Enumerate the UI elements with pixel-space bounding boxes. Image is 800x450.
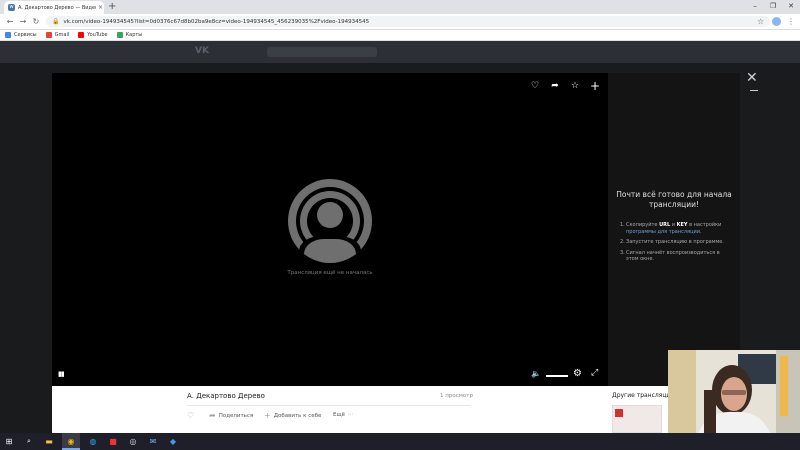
vk-favicon: w [8, 4, 15, 11]
step-text: Скопируйте URL и KEY в настройки програм… [626, 222, 732, 235]
app-taskbar-icon[interactable]: ■ [104, 433, 122, 450]
more-button[interactable]: Ещё ⋯ [333, 411, 356, 418]
volume-icon[interactable]: 🔈 [531, 369, 541, 378]
share-button[interactable]: ➦ Поделиться [209, 411, 253, 420]
bookmark-youtube[interactable]: YouTube [78, 32, 108, 38]
share-label: Поделиться [218, 412, 254, 419]
url-keyword: URL [659, 222, 671, 228]
reload-icon[interactable]: ↻ [30, 14, 42, 30]
divider [187, 405, 471, 406]
minimize-window-button[interactable]: – [746, 0, 764, 14]
back-icon[interactable]: ← [4, 14, 16, 30]
mail-taskbar-icon[interactable]: ✉ [144, 433, 162, 450]
search-icon[interactable]: ⌕ [20, 433, 38, 450]
broadcast-software-link[interactable]: программы для трансляции [626, 229, 700, 235]
edge-taskbar-icon[interactable]: ◍ [84, 433, 102, 450]
setup-step-1: 1. Скопируйте URL и KEY в настройки прог… [620, 222, 732, 235]
other-broadcasts-title: Другие трансляции [612, 392, 675, 399]
windows-start-icon[interactable]: ⊞ [0, 433, 18, 450]
setup-steps: 1. Скопируйте URL и KEY в настройки прог… [620, 222, 732, 267]
webcam-overlay [668, 350, 800, 433]
bookmark-maps[interactable]: Карты [116, 32, 143, 38]
youtube-icon [78, 32, 85, 38]
bookmark-services[interactable]: Сервисы [5, 32, 37, 38]
settings-gear-icon[interactable]: ⚙ [573, 368, 582, 379]
vk-header [0, 41, 800, 63]
browser-tab[interactable]: w А. Декартово Дерево — Видео × [4, 1, 104, 14]
volume-slider[interactable] [546, 375, 568, 377]
minimize-player-icon[interactable] [750, 90, 758, 91]
video-info-bar [52, 386, 608, 433]
lock-icon: 🔒 [52, 18, 60, 25]
pause-icon[interactable]: ▮▮ [58, 370, 65, 378]
bookmark-label: Сервисы [14, 32, 37, 38]
bookmarks-bar: Сервисы Gmail YouTube Карты [0, 30, 800, 41]
step-text-part: Скопируйте [626, 222, 660, 228]
key-keyword: KEY [676, 222, 688, 228]
vscode-taskbar-icon[interactable]: ◆ [164, 433, 182, 450]
profile-avatar[interactable] [772, 17, 781, 26]
url-field[interactable]: 🔒 vk.com/video-194934545?list=0d0376c67d… [46, 16, 770, 27]
bookmark-label: Gmail [54, 32, 70, 38]
like-heart-icon[interactable]: ♡ [527, 78, 543, 94]
bookmark-label: Карты [125, 32, 143, 38]
file-explorer-icon[interactable]: ▬ [40, 433, 58, 450]
close-icon[interactable]: ✕ [746, 70, 758, 86]
add-plus-icon[interactable]: + [587, 78, 603, 94]
vk-search-input [267, 47, 377, 57]
close-window-button[interactable]: ✕ [782, 0, 800, 14]
bookmark-label: YouTube [87, 32, 108, 38]
step-text-part: в настройки [687, 222, 722, 228]
bookmark-star-icon[interactable]: ☆ [757, 14, 764, 30]
url-text: vk.com/video-194934545?list=0d0376c67d8b… [63, 18, 370, 25]
broadcast-status-text: Трансляция ещё не началась [287, 270, 373, 276]
favorite-star-icon[interactable]: ☆ [567, 78, 583, 94]
browser-titlebar [0, 0, 800, 14]
plus-icon: + [264, 411, 271, 420]
forward-icon[interactable]: → [17, 14, 29, 30]
fullscreen-icon[interactable]: ⤢ [591, 368, 598, 378]
other-broadcast-thumbnail[interactable] [612, 405, 662, 433]
share-icon: ➦ [209, 411, 216, 420]
bookmark-gmail[interactable]: Gmail [45, 32, 70, 38]
browser-menu-icon[interactable]: ⋮ [787, 14, 795, 30]
tab-title: А. Декартово Дерево — Видео [18, 4, 96, 11]
apps-icon [5, 32, 11, 38]
broadcast-placeholder-icon [288, 179, 372, 263]
chrome-taskbar-icon[interactable]: ◉ [62, 433, 80, 450]
setup-title: Почти всё готово для начала трансляции! [616, 190, 732, 209]
tab-close-icon[interactable]: × [98, 4, 103, 11]
maps-icon [116, 32, 123, 38]
setup-step-3: 3. Сигнал начнёт воспроизводиться в этом… [620, 250, 732, 263]
new-tab-button[interactable]: + [108, 1, 116, 13]
more-dots-icon: ⋯ [347, 411, 354, 418]
add-to-mine-button[interactable]: + Добавить к себе [264, 411, 321, 420]
like-button[interactable]: ♡ [187, 411, 197, 420]
step-text: Сигнал начнёт воспроизводиться в этом ок… [626, 249, 720, 263]
obs-taskbar-icon[interactable]: ◎ [124, 433, 142, 450]
add-label: Добавить к себе [273, 412, 322, 419]
step-text-part: . [699, 228, 702, 235]
more-label: Ещё [333, 411, 346, 418]
gmail-icon [45, 32, 52, 38]
heart-icon: ♡ [187, 411, 195, 420]
video-title: А. Декартово Дерево [187, 392, 265, 400]
maximize-window-button[interactable]: ❐ [764, 0, 782, 14]
vk-logo: VK [195, 46, 209, 56]
share-icon[interactable]: ➦ [547, 78, 563, 94]
step-text: Запустите трансляцию в программе. [626, 239, 724, 245]
view-count: 1 просмотр [440, 393, 473, 399]
setup-step-2: 2. Запустите трансляцию в программе. [620, 239, 732, 246]
